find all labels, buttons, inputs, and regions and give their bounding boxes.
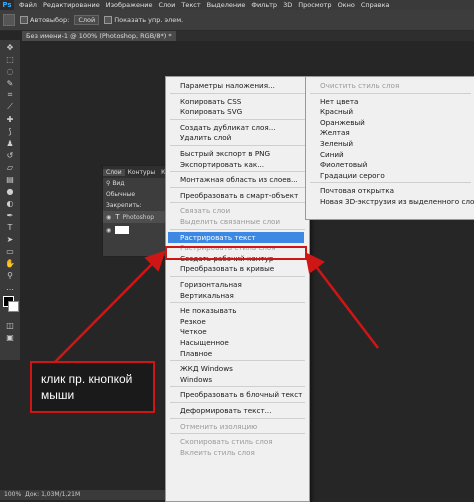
annotation-arrows	[54, 246, 379, 363]
highlight-frame	[165, 246, 307, 260]
arrow-left	[54, 250, 166, 363]
arrow-right	[304, 252, 379, 349]
